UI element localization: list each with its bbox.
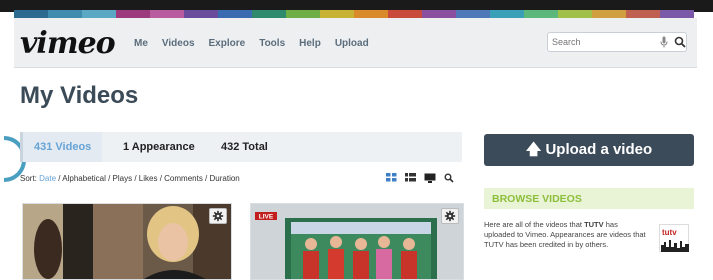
city-skyline-icon: [661, 240, 689, 252]
tab-appearance[interactable]: 1 Appearance: [123, 141, 195, 153]
stripe-segment: [48, 10, 82, 18]
stripe-segment: [626, 10, 660, 18]
stripe-segment: [82, 10, 116, 18]
nav-me[interactable]: Me: [134, 38, 148, 49]
stripe-segment: [252, 10, 286, 18]
stripe-segment: [490, 10, 524, 18]
stripe-segment: [422, 10, 456, 18]
vimeo-page: vimeo Me Videos Explore Tools Help Uploa…: [4, 18, 697, 280]
upload-arrow-icon: 🡅: [525, 141, 542, 158]
tutv-logo-text: tutv: [662, 228, 677, 237]
browse-description: Here are all of the videos that TUTV has…: [484, 220, 646, 250]
stripe-segment: [592, 10, 626, 18]
sort-likes[interactable]: Likes: [139, 174, 158, 183]
search-input[interactable]: [552, 35, 652, 49]
view-toggle: [386, 173, 454, 183]
stripe-segment: [116, 10, 150, 18]
site-header: vimeo Me Videos Explore Tools Help Uploa…: [14, 18, 697, 68]
nav-help[interactable]: Help: [299, 38, 321, 49]
video-settings-button[interactable]: [441, 208, 459, 224]
video-frame-image: [23, 204, 231, 279]
main-nav: Me Videos Explore Tools Help Upload: [134, 38, 369, 49]
browse-desc-pre: Here are all of the videos that: [484, 220, 585, 229]
nav-explore[interactable]: Explore: [209, 38, 246, 49]
sort-bar: Sort: Date / Alphabetical / Plays / Like…: [20, 174, 240, 183]
microphone-icon[interactable]: [660, 36, 668, 48]
sort-alphabetical[interactable]: Alphabetical: [62, 174, 106, 183]
nav-videos[interactable]: Videos: [162, 38, 195, 49]
sort-date[interactable]: Date: [39, 174, 56, 183]
page-title: My Videos: [20, 82, 139, 109]
stripe-segment: [218, 10, 252, 18]
search-videos-icon[interactable]: [444, 173, 454, 183]
vimeo-logo[interactable]: vimeo: [20, 26, 116, 61]
tutv-avatar[interactable]: tutv: [659, 224, 689, 252]
stripe-segment: [14, 10, 48, 18]
upload-button-label: Upload a video: [545, 141, 653, 158]
nav-tools[interactable]: Tools: [259, 38, 285, 49]
tab-videos[interactable]: 431 Videos: [34, 141, 91, 153]
stripe-segment: [354, 10, 388, 18]
search-icon[interactable]: [674, 36, 686, 48]
tab-total[interactable]: 432 Total: [221, 141, 268, 153]
list-view-icon[interactable]: [405, 173, 416, 182]
browse-videos-title: BROWSE VIDEOS: [492, 193, 582, 205]
video-thumbnail[interactable]: [22, 203, 232, 280]
theater-view-icon[interactable]: [424, 173, 436, 183]
stripe-segment: [558, 10, 592, 18]
nav-upload[interactable]: Upload: [335, 38, 369, 49]
stripe-segment: [456, 10, 490, 18]
stripe-segment: [524, 10, 558, 18]
search-box: [547, 32, 687, 52]
grid-view-icon[interactable]: [386, 173, 397, 182]
sort-plays[interactable]: Plays: [113, 174, 133, 183]
stripe-segment: [286, 10, 320, 18]
gear-icon: [444, 210, 456, 222]
color-stripe: [14, 10, 694, 18]
live-badge: LIVE: [259, 214, 274, 221]
video-settings-button[interactable]: [209, 208, 227, 224]
sort-label: Sort:: [20, 174, 37, 183]
video-thumbnail[interactable]: LIVE: [250, 203, 464, 280]
sort-duration[interactable]: Duration: [210, 174, 240, 183]
browse-videos-header: BROWSE VIDEOS: [484, 188, 694, 209]
stripe-segment: [320, 10, 354, 18]
upload-video-button[interactable]: 🡅 Upload a video: [484, 134, 694, 166]
browse-desc-name: TUTV: [584, 220, 604, 229]
video-tabs: 431 Videos 1 Appearance 432 Total: [20, 132, 462, 162]
stripe-segment: [150, 10, 184, 18]
video-frame-image: LIVE: [251, 204, 463, 279]
gear-icon: [212, 210, 224, 222]
stripe-segment: [388, 10, 422, 18]
stripe-segment: [660, 10, 694, 18]
sort-comments[interactable]: Comments: [164, 174, 203, 183]
stripe-segment: [184, 10, 218, 18]
